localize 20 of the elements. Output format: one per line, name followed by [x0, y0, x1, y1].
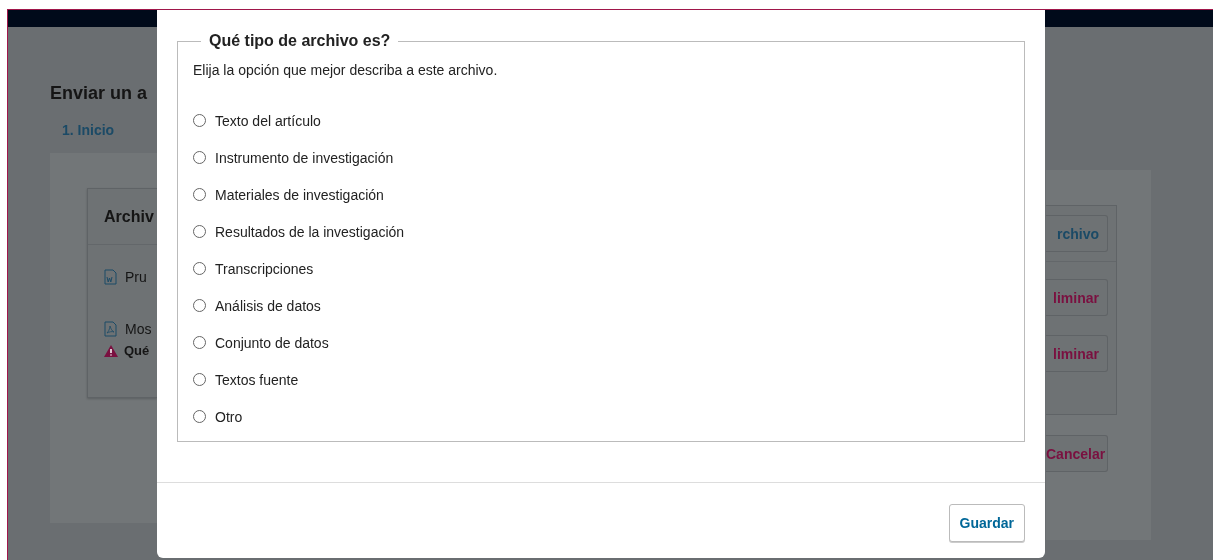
- word-file-icon: [104, 269, 117, 285]
- option-label[interactable]: Otro: [215, 408, 243, 425]
- option-label[interactable]: Conjunto de datos: [215, 334, 329, 351]
- pdf-file-icon: [104, 321, 117, 337]
- option-label[interactable]: Materiales de investigación: [215, 186, 384, 203]
- option-label[interactable]: Resultados de la investigación: [215, 223, 405, 240]
- file-name[interactable]: Mos: [125, 321, 152, 337]
- file-name[interactable]: Pru: [125, 269, 147, 285]
- warning-icon: [104, 344, 118, 357]
- option-label[interactable]: Instrumento de investigación: [215, 149, 394, 166]
- warning-text: Qué: [124, 343, 150, 358]
- option-label[interactable]: Texto del artículo: [215, 112, 321, 129]
- card-title: Archiv: [104, 207, 154, 226]
- option-label[interactable]: Textos fuente: [215, 371, 299, 388]
- group-legend: Qué tipo de archivo es?: [201, 32, 399, 50]
- description-text: Elija la opción que mejor describa a este archivo.: [193, 62, 499, 78]
- option-label[interactable]: Análisis de datos: [215, 297, 321, 314]
- page-title: Enviar un a: [50, 83, 148, 104]
- save-button[interactable]: Guardar: [948, 503, 1025, 542]
- option-label[interactable]: Transcripciones: [215, 260, 314, 277]
